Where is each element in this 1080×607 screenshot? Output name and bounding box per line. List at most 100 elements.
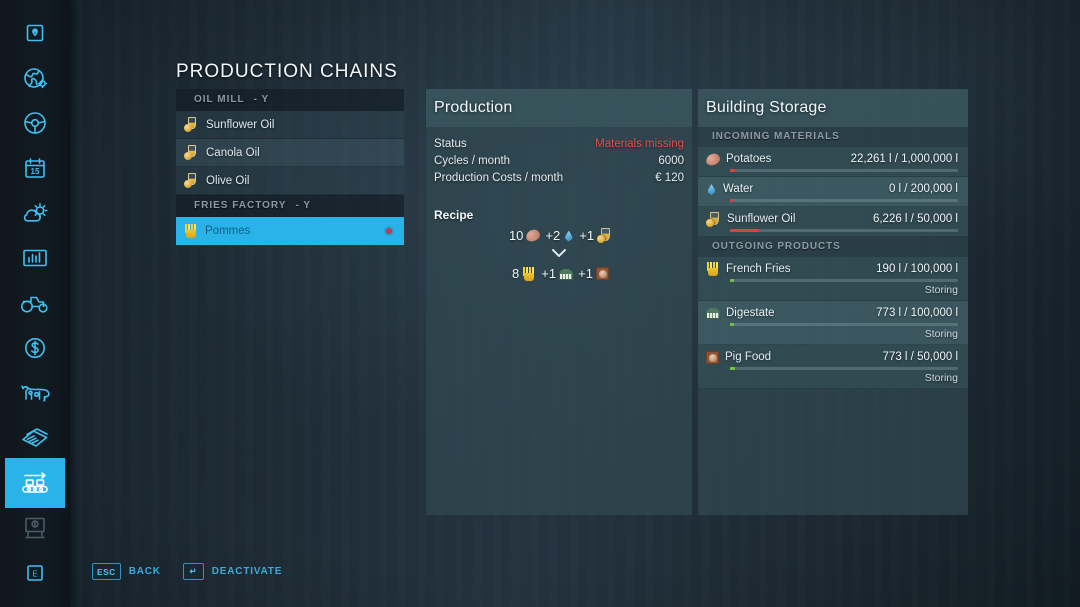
calendar-15-icon: 15 — [23, 156, 47, 180]
weather-cloud-sun-icon — [21, 200, 49, 226]
sidebar-item-weather[interactable] — [5, 188, 65, 238]
recipe-amount: +1 — [578, 266, 593, 281]
chain-row-label: Canola Oil — [206, 146, 260, 159]
storage-item-amount: 22,261 l / 1,000,000 l — [850, 153, 958, 165]
stat-label: Status — [434, 137, 467, 150]
potato-icon — [525, 228, 542, 243]
stat-row-costs: Production Costs / month € 120 — [434, 169, 684, 186]
status-alert-dot — [386, 228, 392, 234]
production-conveyor-icon — [19, 469, 51, 497]
storage-section-header-outgoing: OUTGOING PRODUCTS — [698, 237, 968, 257]
storage-fill-bar — [730, 169, 958, 172]
storage-row-water[interactable]: Water 0 l / 200,000 l — [698, 177, 968, 207]
sidebar-item-calendar[interactable]: 15 — [5, 143, 65, 193]
sidebar-item-map-overview[interactable] — [5, 8, 65, 58]
contracts-papers-icon — [20, 426, 50, 450]
storage-fill-bar — [730, 229, 958, 232]
chain-group-name: OIL MILL — [194, 94, 245, 105]
hint-label-deactivate: DEACTIVATE — [211, 566, 283, 577]
chain-group-name: FRIES FACTORY — [194, 200, 287, 211]
recipe-label: Recipe — [434, 208, 474, 222]
sidebar-item-finances[interactable] — [5, 323, 65, 373]
sidebar-item-statistics[interactable] — [5, 233, 65, 283]
oil-flask-icon — [184, 145, 199, 160]
stat-label: Cycles / month — [434, 154, 511, 167]
sidebar-item-game-settings[interactable] — [5, 53, 65, 103]
pigfood-icon — [595, 267, 609, 280]
chain-row-olive-oil[interactable]: Olive Oil — [176, 167, 404, 195]
chain-row-label: Sunflower Oil — [206, 118, 275, 131]
keycap-esc: ESC — [92, 563, 121, 580]
sidebar-item-key-e[interactable]: E — [5, 548, 65, 598]
chain-row-label: Pommes — [205, 225, 251, 237]
storage-item-amount: 773 l / 100,000 l — [876, 307, 958, 319]
recipe-amount: 8 — [512, 266, 520, 281]
storage-item-status: Storing — [924, 372, 958, 384]
sidebar: 15 E — [0, 0, 70, 607]
keycap-enter: ↵ — [182, 563, 204, 580]
storage-item-name: Water — [723, 183, 754, 195]
chain-group-header: FRIES FACTORY - Y — [176, 195, 404, 217]
tractor-icon — [20, 292, 50, 314]
storage-item-name: Potatoes — [726, 153, 772, 165]
oil-flask-icon — [597, 228, 612, 243]
stat-label: Production Costs / month — [434, 171, 564, 184]
digestate-icon — [706, 307, 720, 319]
dollar-circle-icon — [23, 336, 47, 360]
chain-row-label: Olive Oil — [206, 174, 250, 187]
oil-flask-icon — [184, 117, 199, 132]
footer-hints: ESC BACK ↵ DEACTIVATE — [92, 563, 282, 580]
digestate-icon — [559, 268, 574, 280]
building-storage-panel: Building Storage INCOMING MATERIALS Pota… — [698, 89, 968, 515]
storage-item-status: Storing — [924, 284, 958, 296]
stat-value: € 120 — [655, 171, 684, 184]
hint-label-back: BACK — [128, 566, 161, 577]
storage-row-pig-food[interactable]: Pig Food 773 l / 50,000 l Storing — [698, 345, 968, 389]
potato-icon — [704, 151, 722, 167]
production-stats: Status Materials missing Cycles / month … — [426, 135, 692, 186]
storage-row-french-fries[interactable]: French Fries 190 l / 100,000 l Storing — [698, 257, 968, 301]
recipe-inputs: 10 +2 +1 — [426, 228, 692, 243]
storage-item-name: French Fries — [726, 263, 791, 275]
stat-value: 6000 — [658, 154, 684, 167]
storage-item-name: Digestate — [726, 307, 775, 319]
chain-group-key: - Y — [253, 94, 270, 105]
sidebar-item-vehicle-control[interactable] — [5, 98, 65, 148]
recipe-outputs: 8 +1 +1 — [426, 266, 692, 281]
easel-board-icon — [22, 515, 48, 541]
svg-text:E: E — [32, 570, 37, 579]
page-title: PRODUCTION CHAINS — [176, 61, 398, 82]
storage-section-header-incoming: INCOMING MATERIALS — [698, 127, 968, 147]
sidebar-item-production-chains[interactable] — [5, 458, 65, 508]
storage-row-potatoes[interactable]: Potatoes 22,261 l / 1,000,000 l — [698, 147, 968, 177]
sidebar-item-contracts[interactable] — [5, 413, 65, 463]
storage-fill-bar — [730, 367, 958, 370]
sidebar-item-animals[interactable] — [5, 368, 65, 418]
sidebar-item-info-board[interactable] — [5, 503, 65, 553]
storage-item-amount: 0 l / 200,000 l — [888, 183, 958, 195]
sidebar-item-vehicles[interactable] — [5, 278, 65, 328]
storage-fill-bar — [730, 279, 958, 282]
water-icon — [706, 182, 717, 196]
water-icon — [563, 229, 574, 243]
chain-row-pommes[interactable]: Pommes — [176, 217, 404, 245]
svg-text:15: 15 — [31, 167, 40, 176]
oil-flask-icon — [184, 173, 199, 188]
storage-fill-bar — [730, 199, 958, 202]
storage-item-amount: 773 l / 50,000 l — [882, 351, 958, 363]
storage-row-digestate[interactable]: Digestate 773 l / 100,000 l Storing — [698, 301, 968, 345]
storage-fill-bar — [730, 323, 958, 326]
chain-group-header: OIL MILL - Y — [176, 89, 404, 111]
storage-item-name: Sunflower Oil — [727, 213, 796, 225]
hint-back[interactable]: ESC BACK — [92, 563, 161, 580]
storage-item-status: Storing — [924, 328, 958, 340]
stat-row-cycles: Cycles / month 6000 — [434, 152, 684, 169]
chain-row-sunflower-oil[interactable]: Sunflower Oil — [176, 111, 404, 139]
chain-row-canola-oil[interactable]: Canola Oil — [176, 139, 404, 167]
production-panel-title: Production — [434, 99, 513, 116]
storage-row-sunflower-oil[interactable]: Sunflower Oil 6,226 l / 50,000 l — [698, 207, 968, 237]
key-e-icon: E — [24, 562, 46, 584]
production-panel-header: Production — [426, 89, 692, 127]
production-chain-list: OIL MILL - Y Sunflower Oil Canola Oil Oli… — [176, 89, 404, 245]
hint-deactivate[interactable]: ↵ DEACTIVATE — [182, 563, 283, 580]
